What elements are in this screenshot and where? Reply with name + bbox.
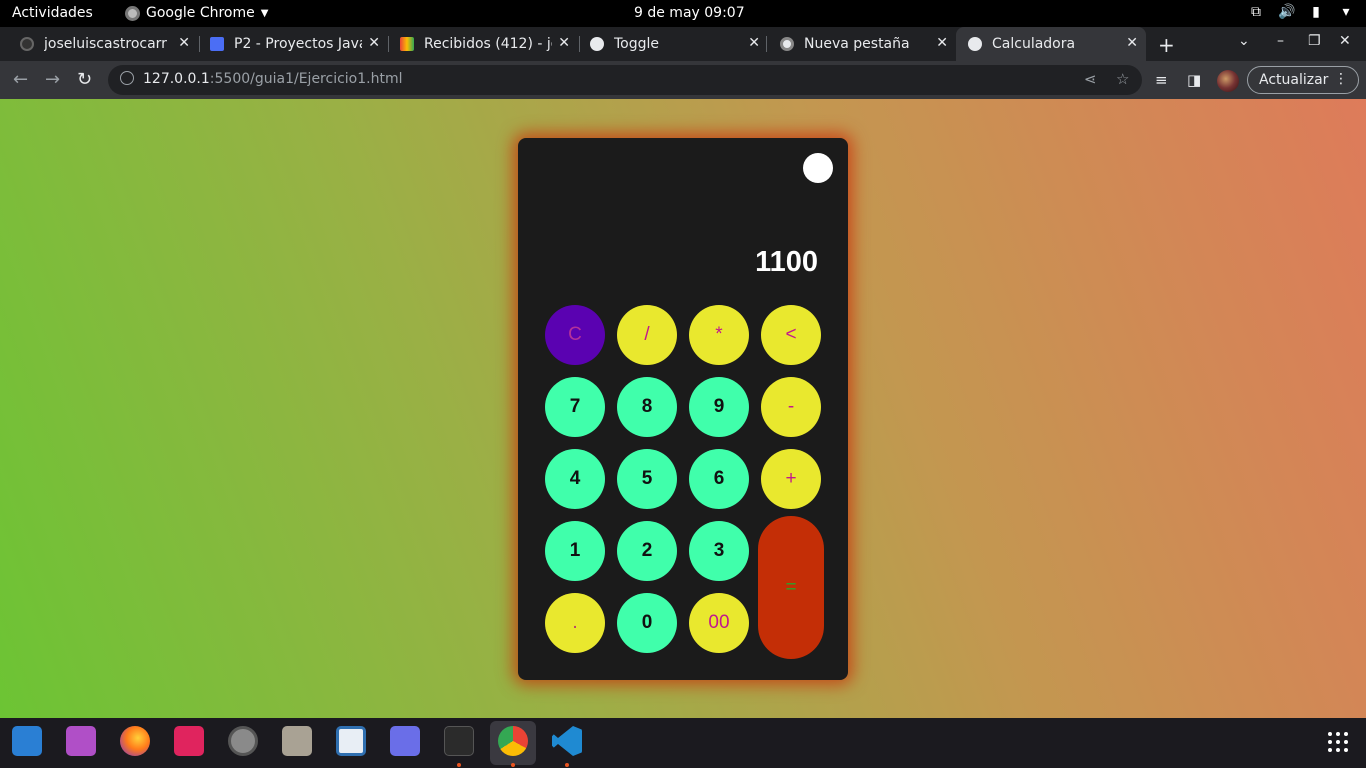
key-divide[interactable]: / bbox=[617, 305, 677, 365]
side-panel-icon[interactable]: ◨ bbox=[1187, 71, 1201, 89]
page-viewport: 1100 C / * < 7 8 9 - 4 5 6 + 1 2 3 = . 0… bbox=[0, 99, 1366, 718]
browser-toolbar: ← → ↻ 127.0.0.1:5500/guia1/Ejercicio1.ht… bbox=[0, 61, 1366, 99]
tab-new-tab[interactable]: Nueva pestaña ✕ bbox=[760, 27, 956, 61]
github-icon bbox=[20, 37, 34, 51]
battery-icon: ▮ bbox=[1312, 4, 1320, 20]
address-bar[interactable]: 127.0.0.1:5500/guia1/Ejercicio1.html ⋖ ☆ bbox=[108, 65, 1142, 95]
app-menu-label: Google Chrome bbox=[146, 5, 255, 21]
url-host: 127.0.0.1 bbox=[143, 71, 210, 87]
screenshot-icon[interactable] bbox=[390, 726, 420, 756]
new-tab-button[interactable]: + bbox=[1158, 33, 1175, 57]
chrome-icon bbox=[125, 5, 140, 21]
tab-toggle[interactable]: Toggle ✕ bbox=[570, 27, 768, 61]
gmail-icon bbox=[400, 37, 414, 51]
bookmark-star-icon[interactable]: ☆ bbox=[1116, 70, 1129, 88]
dock bbox=[0, 718, 1366, 768]
url-path: :5500/guia1/Ejercicio1.html bbox=[209, 71, 403, 87]
update-button[interactable]: Actualizar ⋮ bbox=[1247, 66, 1359, 94]
key-5[interactable]: 5 bbox=[617, 449, 677, 509]
key-7[interactable]: 7 bbox=[545, 377, 605, 437]
restore-icon[interactable]: ❐ bbox=[1308, 33, 1321, 49]
tab-title: joseluiscastrocarr bbox=[44, 36, 167, 52]
files-icon[interactable] bbox=[282, 726, 312, 756]
power-menu-icon: ▾ bbox=[1342, 4, 1350, 20]
firefox-icon[interactable] bbox=[120, 726, 150, 756]
volume-icon: 🔊 bbox=[1278, 4, 1296, 20]
tab-gmail[interactable]: Recibidos (412) - jo ✕ bbox=[380, 27, 578, 61]
screenshot-crop-icon[interactable] bbox=[174, 726, 204, 756]
tab-title: Toggle bbox=[614, 36, 660, 52]
key-8[interactable]: 8 bbox=[617, 377, 677, 437]
key-add[interactable]: + bbox=[761, 449, 821, 509]
settings-icon[interactable] bbox=[228, 726, 258, 756]
close-icon[interactable]: ✕ bbox=[558, 35, 570, 51]
key-double-zero[interactable]: 00 bbox=[689, 593, 749, 653]
key-9[interactable]: 9 bbox=[689, 377, 749, 437]
globe-icon bbox=[968, 37, 982, 51]
share-icon[interactable]: ⋖ bbox=[1084, 70, 1097, 88]
clock[interactable]: 9 de may 09:07 bbox=[634, 5, 745, 21]
system-tray[interactable]: ⧉ 🔊 ▮ ▾ bbox=[1248, 4, 1354, 20]
back-icon[interactable]: ← bbox=[13, 69, 28, 90]
globe-icon bbox=[590, 37, 604, 51]
reload-icon[interactable]: ↻ bbox=[77, 69, 92, 90]
forward-icon[interactable]: → bbox=[45, 69, 60, 90]
system-top-bar: Actividades Google Chrome ▼ 9 de may 09:… bbox=[0, 0, 1366, 27]
close-icon[interactable]: ✕ bbox=[1126, 35, 1138, 51]
classroom-icon bbox=[210, 37, 224, 51]
tab-calculadora[interactable]: Calculadora ✕ bbox=[956, 27, 1146, 61]
key-3[interactable]: 3 bbox=[689, 521, 749, 581]
show-applications-icon[interactable] bbox=[1328, 732, 1348, 752]
running-indicator bbox=[565, 763, 569, 767]
calculator-display: 1100 bbox=[755, 246, 818, 278]
calculator: 1100 C / * < 7 8 9 - 4 5 6 + 1 2 3 = . 0… bbox=[518, 138, 848, 680]
close-window-icon[interactable]: ✕ bbox=[1339, 33, 1351, 49]
theme-toggle[interactable] bbox=[803, 153, 833, 183]
close-icon[interactable]: ✕ bbox=[368, 35, 380, 51]
tab-title: P2 - Proyectos Java bbox=[234, 36, 362, 52]
tab-github[interactable]: joseluiscastrocarr ✕ bbox=[0, 27, 198, 61]
network-icon: ⧉ bbox=[1251, 4, 1261, 20]
chrome-icon bbox=[780, 37, 794, 51]
terminal-icon[interactable] bbox=[444, 726, 474, 756]
key-4[interactable]: 4 bbox=[545, 449, 605, 509]
chrome-icon[interactable] bbox=[498, 726, 528, 756]
key-0[interactable]: 0 bbox=[617, 593, 677, 653]
site-info-icon[interactable] bbox=[120, 71, 134, 85]
activities-button[interactable]: Actividades bbox=[12, 5, 93, 21]
key-2[interactable]: 2 bbox=[617, 521, 677, 581]
key-6[interactable]: 6 bbox=[689, 449, 749, 509]
text-editor-icon[interactable] bbox=[336, 726, 366, 756]
app-menu[interactable]: Google Chrome ▼ bbox=[125, 5, 268, 21]
system-monitor-icon[interactable] bbox=[12, 726, 42, 756]
tab-title: Recibidos (412) - jo bbox=[424, 36, 552, 52]
key-clear[interactable]: C bbox=[545, 305, 605, 365]
url-text[interactable]: 127.0.0.1:5500/guia1/Ejercicio1.html bbox=[143, 71, 403, 87]
close-icon[interactable]: ✕ bbox=[936, 35, 948, 51]
key-multiply[interactable]: * bbox=[689, 305, 749, 365]
running-indicator bbox=[511, 763, 515, 767]
key-decimal[interactable]: . bbox=[545, 593, 605, 653]
key-1[interactable]: 1 bbox=[545, 521, 605, 581]
running-indicator bbox=[457, 763, 461, 767]
update-button-label: Actualizar bbox=[1259, 72, 1329, 88]
tab-search-icon[interactable]: ⌄ bbox=[1238, 33, 1250, 49]
close-icon[interactable]: ✕ bbox=[748, 35, 760, 51]
video-player-icon[interactable] bbox=[66, 726, 96, 756]
chevron-down-icon: ▼ bbox=[260, 7, 269, 19]
tab-title: Calculadora bbox=[992, 36, 1076, 52]
key-backspace[interactable]: < bbox=[761, 305, 821, 365]
minimize-icon[interactable]: – bbox=[1277, 33, 1284, 49]
kebab-menu-icon[interactable]: ⋮ bbox=[1334, 71, 1348, 87]
close-icon[interactable]: ✕ bbox=[178, 35, 190, 51]
media-control-icon[interactable]: ≡ bbox=[1155, 71, 1168, 89]
tab-classroom[interactable]: P2 - Proyectos Java ✕ bbox=[190, 27, 388, 61]
vscode-icon[interactable] bbox=[552, 726, 582, 756]
tab-title: Nueva pestaña bbox=[804, 36, 910, 52]
key-subtract[interactable]: - bbox=[761, 377, 821, 437]
profile-avatar[interactable] bbox=[1217, 70, 1239, 92]
key-equals[interactable]: = bbox=[758, 516, 824, 659]
